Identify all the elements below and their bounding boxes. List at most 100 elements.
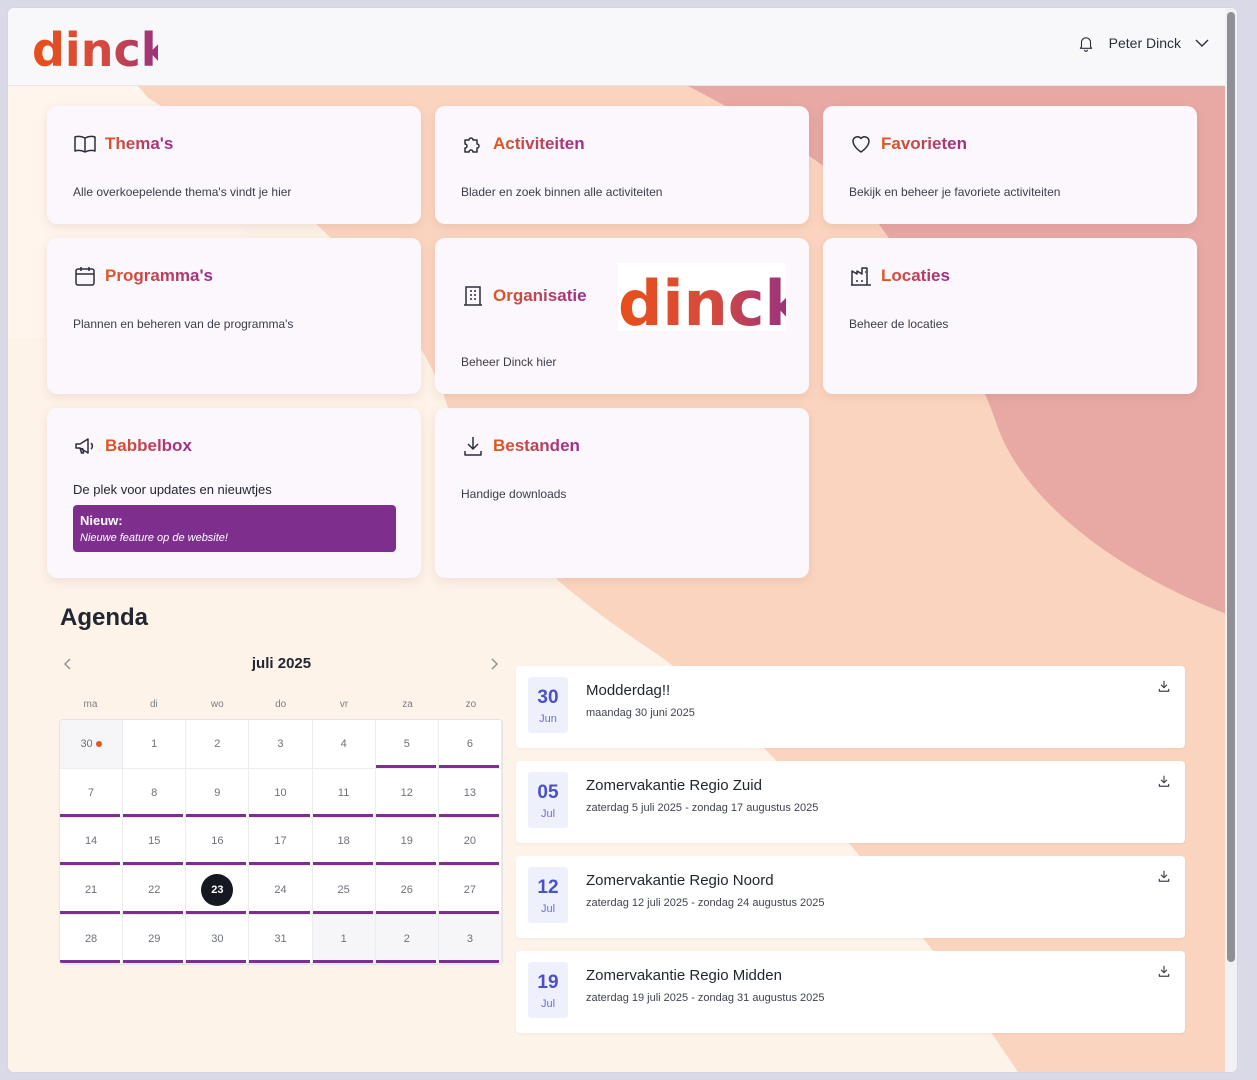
card-themas[interactable]: Thema's Alle overkoepelende thema's vind…	[47, 106, 421, 224]
calendar-day[interactable]: 21	[60, 866, 124, 916]
book-icon	[74, 135, 96, 153]
card-bestanden[interactable]: Bestanden Handige downloads	[435, 408, 809, 578]
agenda-title: Agenda	[60, 604, 149, 631]
scrollbar-thumb[interactable]	[1227, 12, 1235, 962]
calendar-day[interactable]: 31	[249, 915, 313, 964]
calendar-day-number: 18	[337, 835, 350, 848]
calendar-day[interactable]: 18	[312, 817, 376, 867]
event-item[interactable]: 30 Jun Modderdag!! maandag 30 juni 2025	[516, 666, 1185, 748]
card-activiteiten[interactable]: Activiteiten Blader en zoek binnen alle …	[435, 106, 809, 224]
event-title: Modderdag!!	[586, 682, 671, 699]
card-programmas[interactable]: Programma's Plannen en beheren van de pr…	[47, 238, 421, 394]
calendar-day-number: 29	[148, 933, 161, 946]
event-bar	[375, 911, 436, 915]
download-icon	[464, 437, 482, 456]
card-title: Programma's	[105, 266, 213, 285]
event-item[interactable]: 19 Jul Zomervakantie Regio Midden zaterdag …	[516, 951, 1185, 1033]
calendar-day[interactable]: 9	[186, 768, 250, 818]
card-locaties[interactable]: Locaties Beheer de locaties	[823, 238, 1197, 394]
event-bar	[249, 911, 310, 915]
calendar-day[interactable]: 27	[438, 866, 502, 916]
calendar-day[interactable]: 16	[186, 817, 250, 867]
chevron-right-icon[interactable]	[486, 656, 502, 672]
calendar-day[interactable]: 24	[249, 866, 313, 916]
calendar-day-number: 19	[400, 835, 413, 848]
calendar-day[interactable]: 4	[312, 720, 376, 769]
weekday-label: do	[275, 699, 287, 710]
calendar-day-number: 21	[84, 884, 98, 897]
event-item[interactable]: 05 Jul Zomervakantie Regio Zuid zaterdag 5 …	[516, 761, 1185, 843]
calendar-day[interactable]: 25	[312, 866, 376, 916]
date-badge: 05 Jul	[528, 772, 568, 828]
news-banner[interactable]: Nieuw: Nieuwe feature op de website!	[73, 505, 396, 552]
calendar-day[interactable]: 5	[375, 720, 439, 769]
card-description: Blader en zoek binnen alle activiteiten	[461, 185, 663, 199]
event-bar	[60, 862, 121, 866]
calendar-day[interactable]: 17	[249, 817, 313, 867]
calendar-day[interactable]: 7	[60, 768, 124, 818]
app-window: dinck Peter Dinck Thema's Alle overkoepe…	[8, 8, 1237, 1072]
calendar-day-number: 4	[340, 737, 347, 750]
calendar-day[interactable]: 2	[186, 720, 250, 769]
event-bar	[249, 813, 310, 817]
event-bar	[123, 959, 184, 963]
event-bar	[438, 764, 499, 768]
calendar-day[interactable]: 3	[438, 915, 502, 964]
event-bar	[60, 911, 121, 915]
event-bar	[312, 813, 373, 817]
calendar-day-number: 1	[151, 737, 158, 750]
calendar-day[interactable]: 12	[375, 768, 439, 818]
card-organisatie[interactable]: Organisatie dinck Beheer Dinck hier	[435, 238, 809, 394]
calendar-day[interactable]: 23	[186, 866, 250, 916]
weekday-label: di	[149, 699, 158, 710]
date-badge: 19 Jul	[528, 962, 568, 1018]
calendar-day[interactable]: 19	[375, 817, 439, 867]
card-babbelbox[interactable]: Babbelbox De plek voor updates en nieuwt…	[47, 408, 421, 578]
building-icon	[464, 286, 482, 306]
weekday-label: ma	[83, 699, 98, 710]
event-item[interactable]: 12 Jul Zomervakantie Regio Noord zaterdag 1…	[516, 856, 1185, 938]
calendar-day[interactable]: 28	[60, 915, 124, 964]
event-bar	[123, 911, 184, 915]
calendar-day[interactable]: 14	[60, 817, 124, 867]
calendar-day[interactable]: 1	[123, 720, 187, 769]
event-bar	[249, 959, 310, 963]
bell-icon[interactable]	[1077, 34, 1095, 52]
card-description: Beheer Dinck hier	[461, 355, 557, 369]
calendar-day[interactable]: 10	[249, 768, 313, 818]
calendar-day[interactable]: 1	[312, 915, 376, 964]
dinck-logo[interactable]: dinck	[32, 22, 158, 74]
calendar-day[interactable]: 3	[249, 720, 313, 769]
card-title: Babbelbox	[105, 436, 192, 455]
calendar-day-number: 8	[151, 786, 158, 799]
calendar-day-number: 12	[400, 786, 413, 799]
download-icon[interactable]	[1157, 679, 1171, 693]
download-icon[interactable]	[1157, 869, 1171, 883]
event-bar	[312, 862, 373, 866]
date-day: 12	[537, 877, 559, 898]
calendar-day[interactable]: 2	[375, 915, 439, 964]
calendar-day[interactable]: 8	[123, 768, 187, 818]
calendar-day[interactable]: 20	[438, 817, 502, 867]
calendar-day-number: 22	[148, 884, 161, 897]
user-name[interactable]: Peter Dinck	[1109, 35, 1181, 51]
calendar-day[interactable]: 30	[186, 915, 250, 964]
download-icon[interactable]	[1157, 774, 1171, 788]
date-month: Jul	[540, 808, 556, 820]
card-favorieten[interactable]: Favorieten Bekijk en beheer je favoriete…	[823, 106, 1197, 224]
calendar-day[interactable]: 30	[60, 720, 124, 769]
logo-text: dinck	[32, 23, 158, 74]
calendar-day[interactable]: 29	[123, 915, 187, 964]
calendar-day[interactable]: 22	[123, 866, 187, 916]
event-bar	[375, 813, 436, 817]
calendar-day[interactable]: 15	[123, 817, 187, 867]
download-icon[interactable]	[1157, 964, 1171, 978]
chevron-down-icon[interactable]	[1195, 38, 1209, 48]
scrollbar[interactable]	[1225, 8, 1237, 1072]
calendar-month: juli 2025	[251, 655, 312, 672]
calendar-day[interactable]: 26	[375, 866, 439, 916]
calendar-day[interactable]: 11	[312, 768, 376, 818]
user-menu[interactable]: Peter Dinck	[1077, 34, 1209, 52]
calendar-day[interactable]: 13	[438, 768, 502, 818]
calendar-day[interactable]: 6	[438, 720, 502, 769]
